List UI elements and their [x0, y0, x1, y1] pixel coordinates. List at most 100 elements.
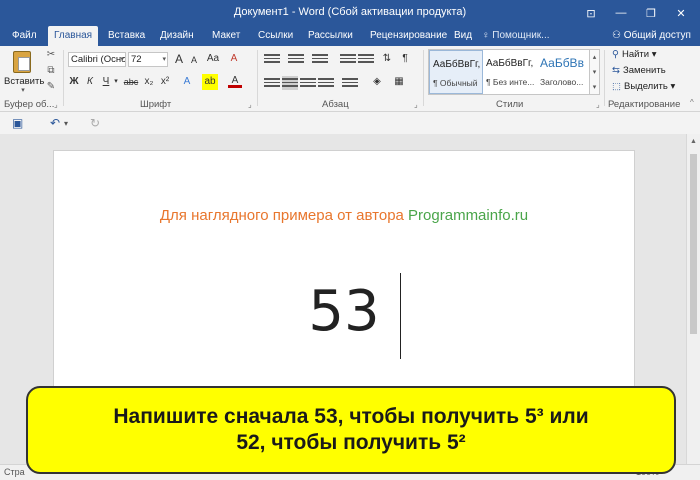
tab-view[interactable]: Вид: [448, 26, 478, 46]
vertical-scrollbar[interactable]: ▲: [686, 134, 700, 464]
highlight-button[interactable]: ab: [202, 74, 218, 90]
ribbon: Вставить ▾ ✂ ⧉ ✎ Буфер об... ⌟ Calibri (…: [0, 46, 700, 112]
author-line: Для наглядного примера от автора Program…: [54, 207, 634, 224]
tab-references[interactable]: Ссылки: [252, 26, 299, 46]
multilevel-list-icon[interactable]: [312, 52, 328, 66]
decrease-indent-icon[interactable]: [340, 52, 356, 66]
copy-icon[interactable]: ⧉: [44, 64, 58, 78]
share-button[interactable]: ⚇ Общий доступ: [612, 26, 691, 46]
font-launcher-icon[interactable]: ⌟: [248, 100, 252, 109]
tab-review[interactable]: Рецензирование: [364, 26, 453, 46]
person-icon: ⚇: [612, 30, 624, 41]
bullets-icon[interactable]: [264, 52, 280, 66]
text-cursor: [400, 273, 401, 359]
numbering-icon[interactable]: [288, 52, 304, 66]
tell-me-label: Помощник...: [492, 30, 550, 41]
shrink-font-button[interactable]: A: [188, 52, 200, 68]
paragraph-group-label: Абзац: [322, 99, 349, 110]
line-spacing-icon[interactable]: [342, 76, 358, 90]
chevron-down-icon[interactable]: ▾: [112, 74, 120, 90]
scroll-up-icon[interactable]: ▲: [690, 138, 697, 145]
underline-button[interactable]: Ч: [100, 74, 112, 90]
chevron-down-icon: ▾: [21, 87, 25, 94]
font-size-input[interactable]: 72 ▾: [128, 52, 168, 67]
strikethrough-button[interactable]: abc: [122, 74, 140, 90]
align-center-icon[interactable]: [282, 76, 298, 90]
restore-button[interactable]: ❐: [638, 3, 664, 23]
divider: [63, 50, 64, 106]
italic-button[interactable]: К: [84, 74, 96, 90]
paragraph-launcher-icon[interactable]: ⌟: [414, 100, 418, 109]
tab-insert[interactable]: Вставка: [102, 26, 151, 46]
style-sample: АаБбВвГг,: [486, 58, 534, 69]
grow-font-button[interactable]: A: [172, 51, 186, 67]
chevron-down-icon[interactable]: ▾: [64, 119, 68, 128]
page-indicator[interactable]: Стра: [4, 467, 25, 477]
increase-indent-icon[interactable]: [358, 52, 374, 66]
banner-line-1: Напишите сначала 53, чтобы получить 5³ и…: [113, 405, 589, 428]
minimize-button[interactable]: —: [608, 3, 634, 23]
select-button[interactable]: ⬚ Выделить ▾: [612, 81, 675, 92]
ribbon-tabs: Файл Главная Вставка Дизайн Макет Ссылки…: [0, 26, 700, 46]
style-name: Заголово...: [540, 77, 584, 87]
search-icon: ⚲: [612, 49, 619, 60]
style-heading[interactable]: АаБбВв Заголово...: [537, 50, 591, 94]
align-left-icon[interactable]: [264, 76, 280, 90]
clipboard-launcher-icon[interactable]: ⌟: [54, 100, 58, 109]
undo-icon[interactable]: ↶: [50, 116, 60, 130]
shading-icon[interactable]: ◈: [370, 74, 384, 90]
style-sample: АаБбВв: [540, 56, 584, 70]
align-right-icon[interactable]: [300, 76, 316, 90]
styles-launcher-icon[interactable]: ⌟: [596, 100, 600, 109]
subscript-button[interactable]: x₂: [142, 74, 156, 90]
replace-icon: ⇆: [612, 65, 620, 76]
text-effects-button[interactable]: A: [180, 74, 194, 90]
chevron-down-icon: ▾: [670, 81, 676, 92]
format-painter-icon[interactable]: ✎: [44, 80, 58, 94]
select-icon: ⬚: [612, 81, 621, 92]
tab-layout[interactable]: Макет: [206, 26, 246, 46]
save-icon[interactable]: ▣: [12, 116, 23, 130]
style-no-spacing[interactable]: АаБбВвГг, ¶ Без инте...: [483, 50, 537, 94]
change-case-button[interactable]: Aa: [204, 51, 222, 67]
replace-button[interactable]: ⇆ Заменить: [612, 65, 666, 76]
scrollbar-thumb[interactable]: [690, 154, 697, 334]
font-group-label: Шрифт: [140, 99, 172, 110]
font-name-value: Calibri (Осно: [71, 54, 126, 65]
tab-design[interactable]: Дизайн: [154, 26, 200, 46]
styles-scroll[interactable]: ▴ ▾ ▾: [590, 49, 600, 95]
collapse-ribbon-icon[interactable]: ^: [690, 98, 694, 107]
clear-formatting-button[interactable]: A: [226, 51, 242, 67]
redo-icon[interactable]: ↻: [90, 116, 100, 130]
tab-mailings[interactable]: Рассылки: [302, 26, 359, 46]
close-button[interactable]: ✕: [668, 3, 694, 23]
divider: [257, 50, 258, 106]
sort-icon[interactable]: ⇅: [380, 51, 394, 67]
banner-line-2: 52, чтобы получить 5²: [236, 431, 466, 454]
tab-home[interactable]: Главная: [48, 26, 99, 46]
styles-gallery: АаБбВвГг, ¶ Обычный АаБбВвГг, ¶ Без инте…: [428, 49, 590, 95]
font-name-input[interactable]: Calibri (Осно ▾: [68, 52, 126, 67]
quick-access-toolbar: ▣ ↶ ▾ ↻: [0, 112, 700, 134]
pilcrow-icon[interactable]: ¶: [398, 51, 412, 67]
divider: [604, 50, 605, 106]
tell-me-search[interactable]: ♀ Помощник...: [482, 26, 550, 46]
ribbon-display-options-icon[interactable]: ⊡: [578, 3, 604, 23]
borders-icon[interactable]: ▦: [392, 74, 406, 90]
select-label: Выделить: [623, 81, 668, 92]
font-color-button[interactable]: A: [228, 74, 242, 88]
justify-icon[interactable]: [318, 76, 334, 90]
author-text: Для наглядного примера от автора: [159, 207, 409, 224]
style-normal[interactable]: АаБбВвГг, ¶ Обычный: [429, 50, 483, 94]
chevron-down-icon: ▾: [651, 49, 657, 60]
paste-button[interactable]: Вставить ▾: [4, 48, 44, 94]
find-label: Найти: [621, 49, 650, 60]
style-sample: АаБбВвГг,: [433, 59, 481, 70]
bold-button[interactable]: Ж: [68, 74, 80, 90]
author-site: Programmainfo.ru: [408, 207, 529, 224]
superscript-button[interactable]: x²: [158, 74, 172, 90]
find-button[interactable]: ⚲ Найти ▾: [612, 49, 657, 60]
tab-file[interactable]: Файл: [6, 26, 43, 46]
cut-icon[interactable]: ✂: [44, 48, 58, 62]
divider: [423, 50, 424, 106]
